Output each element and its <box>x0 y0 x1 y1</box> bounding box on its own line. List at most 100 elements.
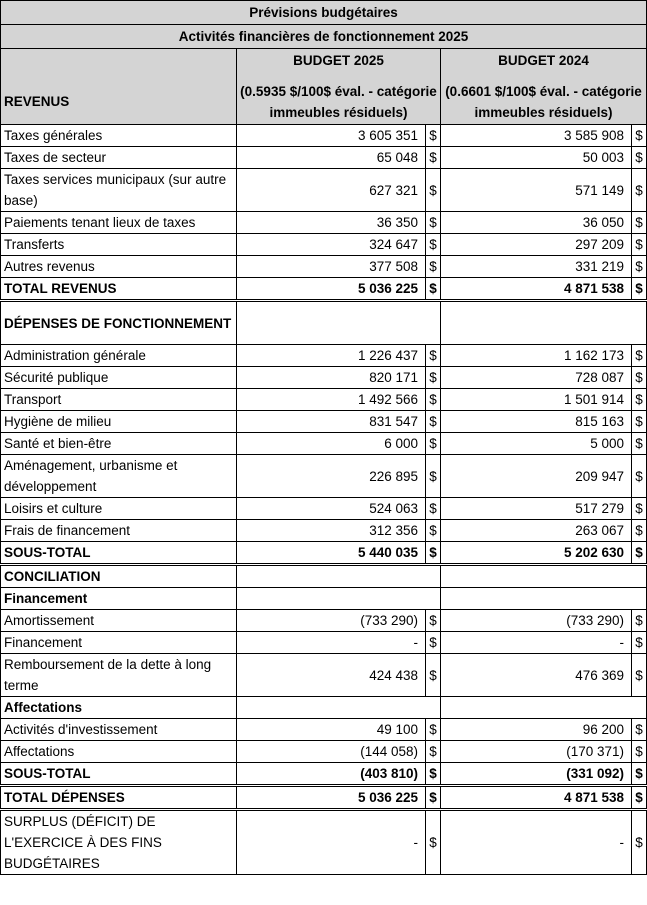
value-text: 728 087 <box>575 370 624 385</box>
budget-2024-header: BUDGET 2024 (0.6601 $/100$ éval. - catég… <box>439 48 647 125</box>
conciliation-header-row: CONCILIATION <box>0 563 647 588</box>
value-text: (733 290) <box>566 613 624 628</box>
empty-cell <box>236 563 441 588</box>
row-label: Paiements tenant lieux de taxes <box>0 211 237 234</box>
row-label: Taxes générales <box>0 124 237 147</box>
row-label: SOUS-TOTAL <box>0 541 237 565</box>
value-b2025: 5 036 225 <box>236 784 426 810</box>
value-b2025: 831 547 <box>236 410 426 433</box>
revenue-row: Autres revenus 377 508 $331 219 $ <box>0 255 647 278</box>
expense-row: Santé et bien-être 6 000 $5 000 $ <box>0 432 647 455</box>
value-b2025: (144 058) <box>236 740 426 763</box>
currency-sign: $ <box>425 410 441 433</box>
value-text: 226 895 <box>369 468 418 484</box>
value-b2025: 524 063 <box>236 497 426 520</box>
value-text: 36 050 <box>582 215 624 230</box>
value-text: 377 508 <box>369 259 418 274</box>
currency-sign: $ <box>425 344 441 367</box>
total-revenus-row: TOTAL REVENUS 5 036 225 $4 871 538 $ <box>0 277 647 301</box>
currency-sign: $ <box>630 432 647 455</box>
currency-sign: $ <box>425 718 441 741</box>
currency-sign: $ <box>630 124 647 147</box>
value-b2024: 331 219 <box>440 255 632 278</box>
value-b2024: 4 871 538 <box>440 277 632 301</box>
value-text: 815 163 <box>575 414 624 429</box>
currency-sign: $ <box>630 410 647 433</box>
value-text: 36 350 <box>376 215 418 230</box>
budget-2025-title: BUDGET 2025 <box>293 53 384 68</box>
currency-sign: $ <box>425 454 441 498</box>
currency-sign: $ <box>425 233 441 256</box>
revenue-row: Taxes générales 3 605 351 $3 585 908 $ <box>0 124 647 147</box>
currency-sign: $ <box>630 631 647 654</box>
value-text: - <box>619 635 625 650</box>
value-b2024: 1 162 173 <box>440 344 632 367</box>
value-text: 5 036 225 <box>357 281 418 296</box>
value-b2024: - <box>440 631 632 654</box>
budget-table: Prévisions budgétaires Activités financi… <box>0 0 647 875</box>
value-text: 627 321 <box>369 182 418 198</box>
value-text: 297 209 <box>575 237 624 252</box>
currency-sign: $ <box>425 168 441 212</box>
value-text: 1 226 437 <box>357 348 418 363</box>
depenses-header-row: DÉPENSES DE FONCTIONNEMENT <box>0 299 647 345</box>
financement-row: Financement - $ - $ <box>0 631 647 654</box>
value-b2024: 728 087 <box>440 366 632 389</box>
currency-sign: $ <box>630 718 647 741</box>
expense-row: Sécurité publique 820 171 $728 087 $ <box>0 366 647 389</box>
section-header: CONCILIATION <box>0 563 237 588</box>
value-text: 424 438 <box>369 667 418 683</box>
value-b2024: 517 279 <box>440 497 632 520</box>
currency-sign: $ <box>630 211 647 234</box>
value-text: 3 585 908 <box>563 128 624 143</box>
value-text: 1 501 914 <box>563 392 624 407</box>
expense-row: Administration générale 1 226 437 $1 162 1… <box>0 344 647 367</box>
revenue-row: Taxes de secteur 65 048 $50 003 $ <box>0 146 647 169</box>
value-b2024: 815 163 <box>440 410 632 433</box>
value-text: 5 000 <box>590 436 624 451</box>
financement-row: Remboursement de la dette à long terme 42… <box>0 653 647 697</box>
value-text: (170 371) <box>566 744 624 759</box>
value-b2025: 312 356 <box>236 519 426 542</box>
currency-sign: $ <box>425 211 441 234</box>
revenue-row: Transferts 324 647 $297 209 $ <box>0 233 647 256</box>
value-b2024: (331 092) <box>440 762 632 786</box>
page-subtitle: Activités financières de fonctionnement … <box>0 24 647 49</box>
value-text: 5 036 225 <box>357 790 418 805</box>
value-text: 831 547 <box>369 414 418 429</box>
value-b2024: 263 067 <box>440 519 632 542</box>
section-header: DÉPENSES DE FONCTIONNEMENT <box>0 299 237 345</box>
value-b2025: - <box>236 631 426 654</box>
row-label: Taxes services municipaux (sur autre bas… <box>0 168 237 212</box>
currency-sign: $ <box>425 124 441 147</box>
value-b2025: 49 100 <box>236 718 426 741</box>
budget-2024-title: BUDGET 2024 <box>498 53 589 68</box>
value-text: 6 000 <box>384 436 418 451</box>
value-text: 524 063 <box>369 501 418 516</box>
value-text: 820 171 <box>369 370 418 385</box>
value-text: - <box>619 835 625 850</box>
empty-cell <box>439 696 647 719</box>
value-text: 1 162 173 <box>563 348 624 363</box>
value-b2025: 1 226 437 <box>236 344 426 367</box>
currency-sign: $ <box>425 519 441 542</box>
value-b2025: 6 000 <box>236 432 426 455</box>
empty-cell <box>236 299 441 345</box>
currency-sign: $ <box>425 146 441 169</box>
value-text: 209 947 <box>575 468 624 484</box>
row-label: TOTAL REVENUS <box>0 277 237 301</box>
value-text: - <box>413 635 419 650</box>
currency-sign: $ <box>425 808 441 875</box>
empty-cell <box>236 587 441 610</box>
currency-sign: $ <box>425 609 441 632</box>
value-b2024: 96 200 <box>440 718 632 741</box>
value-b2024: (170 371) <box>440 740 632 763</box>
value-text: 4 871 538 <box>563 281 624 296</box>
value-text: (144 058) <box>360 744 418 759</box>
currency-sign: $ <box>630 344 647 367</box>
row-label: Amortissement <box>0 609 237 632</box>
value-b2025: 1 492 566 <box>236 388 426 411</box>
row-label: Aménagement, urbanisme et développement <box>0 454 237 498</box>
currency-sign: $ <box>630 255 647 278</box>
page-title: Prévisions budgétaires <box>0 0 647 25</box>
